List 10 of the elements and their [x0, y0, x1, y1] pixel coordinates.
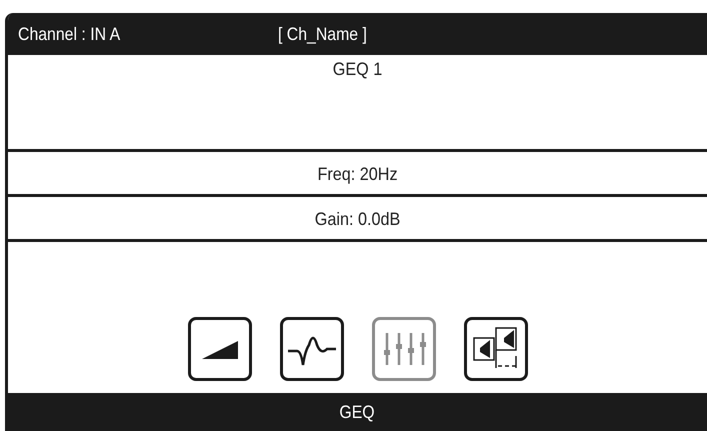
parameter-value: Gain: 0.0dB	[314, 208, 400, 230]
mode-label: GEQ	[340, 402, 376, 422]
gain-mode-button[interactable]	[188, 317, 252, 381]
geq-mode-button[interactable]	[372, 317, 436, 381]
module-title: GEQ 1	[332, 59, 382, 81]
channel-name: [ Ch_Name ]	[278, 24, 367, 44]
channel-label: Channel : IN A	[18, 24, 122, 44]
parameter-value: Freq: 20Hz	[317, 164, 398, 186]
peq-mode-button[interactable]	[280, 317, 344, 381]
dynamics-mode-button[interactable]	[464, 317, 528, 381]
